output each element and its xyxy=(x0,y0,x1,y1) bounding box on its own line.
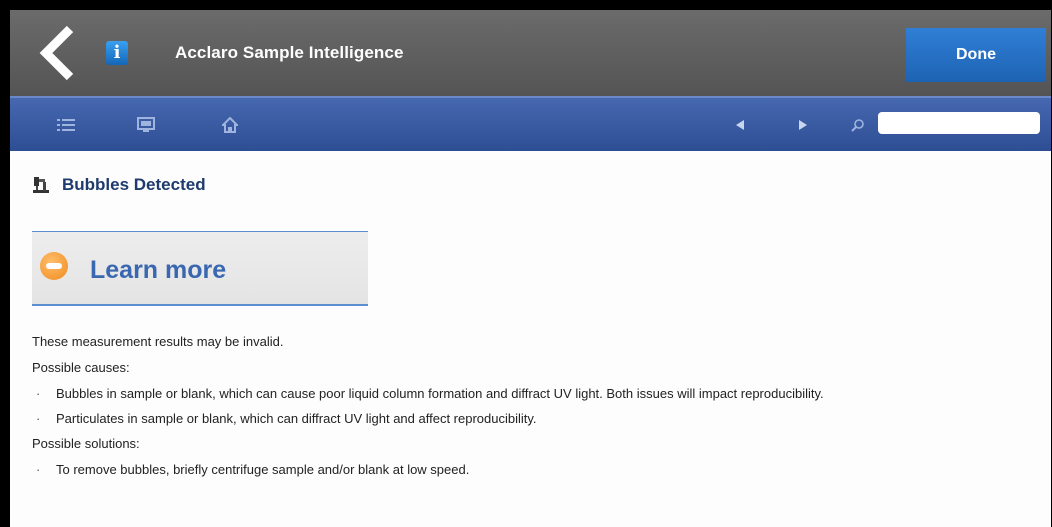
solutions-list: To remove bubbles, briefly centrifuge sa… xyxy=(32,460,1032,479)
arrow-right-icon xyxy=(799,120,807,130)
next-topic-button[interactable] xyxy=(793,115,813,135)
app-window: i Acclaro Sample Intelligence Done Bubbl… xyxy=(10,10,1051,527)
intro-text: These measurement results may be invalid… xyxy=(32,334,284,349)
monitor-icon xyxy=(137,117,155,132)
search-input[interactable] xyxy=(878,112,1040,134)
list-item: To remove bubbles, briefly centrifuge sa… xyxy=(32,460,1032,479)
contents-button[interactable] xyxy=(56,115,76,135)
list-item: Particulates in sample or blank, which c… xyxy=(32,409,1032,428)
title-bar: i Acclaro Sample Intelligence Done xyxy=(10,10,1051,96)
app-title: Acclaro Sample Intelligence xyxy=(175,43,404,62)
search-icon xyxy=(851,119,864,132)
home-button[interactable] xyxy=(220,115,240,135)
back-button[interactable] xyxy=(28,24,88,82)
chevron-left-icon xyxy=(39,25,74,81)
learn-more-button[interactable]: Learn more xyxy=(32,231,368,306)
causes-list: Bubbles in sample or blank, which can ca… xyxy=(32,384,1032,428)
index-button[interactable] xyxy=(136,115,156,135)
help-content: These measurement results may be invalid… xyxy=(32,332,1032,485)
microscope-icon xyxy=(33,177,49,193)
list-item: Bubbles in sample or blank, which can ca… xyxy=(32,384,1032,403)
search-button[interactable] xyxy=(848,115,868,135)
help-toolbar xyxy=(10,96,1051,151)
previous-topic-button[interactable] xyxy=(730,115,750,135)
learn-more-icon xyxy=(40,252,68,280)
topic-heading: Bubbles Detected xyxy=(32,175,206,195)
causes-heading: Possible causes: xyxy=(32,360,130,375)
arrow-left-icon xyxy=(736,120,744,130)
done-button[interactable]: Done xyxy=(906,28,1046,82)
page-title: Bubbles Detected xyxy=(62,175,206,194)
learn-more-label: Learn more xyxy=(90,256,227,284)
solutions-heading: Possible solutions: xyxy=(32,436,140,451)
info-icon: i xyxy=(106,41,128,65)
home-icon xyxy=(222,117,238,133)
list-icon xyxy=(57,119,75,131)
